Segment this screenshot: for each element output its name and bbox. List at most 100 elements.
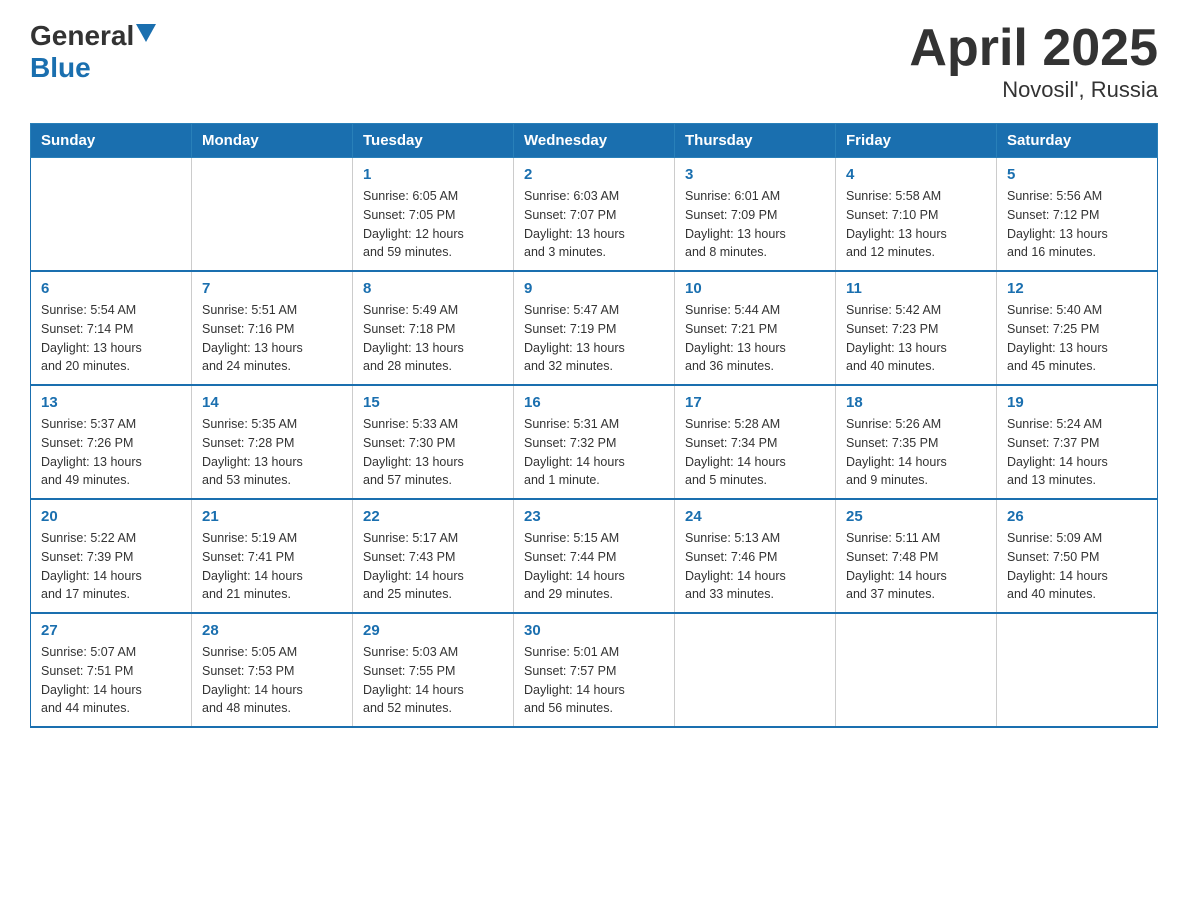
day-info: Sunrise: 5:11 AM Sunset: 7:48 PM Dayligh… <box>846 529 986 604</box>
day-of-week-header: Monday <box>192 124 353 158</box>
day-info: Sunrise: 5:51 AM Sunset: 7:16 PM Dayligh… <box>202 301 342 376</box>
day-info: Sunrise: 5:28 AM Sunset: 7:34 PM Dayligh… <box>685 415 825 490</box>
calendar-cell <box>31 158 192 272</box>
day-number: 21 <box>202 508 342 525</box>
day-number: 2 <box>524 166 664 183</box>
day-info: Sunrise: 5:24 AM Sunset: 7:37 PM Dayligh… <box>1007 415 1147 490</box>
calendar-cell: 13 Sunrise: 5:37 AM Sunset: 7:26 PM Dayli… <box>31 385 192 499</box>
calendar-cell: 4Sunrise: 5:58 AM Sunset: 7:10 PM Daylig… <box>836 158 997 272</box>
calendar-title: April 2025 <box>909 20 1158 77</box>
day-number: 16 <box>524 394 664 411</box>
calendar-cell: 21 Sunrise: 5:19 AM Sunset: 7:41 PM Dayli… <box>192 499 353 613</box>
day-info: Sunrise: 6:05 AM Sunset: 7:05 PM Dayligh… <box>363 187 503 262</box>
day-number: 19 <box>1007 394 1147 411</box>
day-number: 13 <box>41 394 181 411</box>
day-info: Sunrise: 5:33 AM Sunset: 7:30 PM Dayligh… <box>363 415 503 490</box>
day-info: Sunrise: 5:26 AM Sunset: 7:35 PM Dayligh… <box>846 415 986 490</box>
day-info: Sunrise: 6:03 AM Sunset: 7:07 PM Dayligh… <box>524 187 664 262</box>
day-number: 10 <box>685 280 825 297</box>
day-number: 17 <box>685 394 825 411</box>
calendar-subtitle: Novosil', Russia <box>909 77 1158 103</box>
day-number: 25 <box>846 508 986 525</box>
calendar-cell: 28Sunrise: 5:05 AM Sunset: 7:53 PM Dayli… <box>192 613 353 727</box>
day-info: Sunrise: 5:42 AM Sunset: 7:23 PM Dayligh… <box>846 301 986 376</box>
day-number: 18 <box>846 394 986 411</box>
day-of-week-header: Saturday <box>997 124 1158 158</box>
calendar-week-row: 27 Sunrise: 5:07 AM Sunset: 7:51 PM Dayli… <box>31 613 1158 727</box>
day-info: Sunrise: 5:54 AM Sunset: 7:14 PM Dayligh… <box>41 301 181 376</box>
day-info: Sunrise: 5:56 AM Sunset: 7:12 PM Dayligh… <box>1007 187 1147 262</box>
calendar-cell: 18 Sunrise: 5:26 AM Sunset: 7:35 PM Dayli… <box>836 385 997 499</box>
calendar-cell: 8Sunrise: 5:49 AM Sunset: 7:18 PM Daylig… <box>353 271 514 385</box>
calendar-week-row: 20 Sunrise: 5:22 AM Sunset: 7:39 PM Dayli… <box>31 499 1158 613</box>
day-number: 29 <box>363 622 503 639</box>
calendar-cell <box>192 158 353 272</box>
day-of-week-header: Friday <box>836 124 997 158</box>
logo-triangle-icon <box>136 24 156 42</box>
day-number: 26 <box>1007 508 1147 525</box>
day-info: Sunrise: 6:01 AM Sunset: 7:09 PM Dayligh… <box>685 187 825 262</box>
logo-blue-text: Blue <box>30 52 156 84</box>
day-info: Sunrise: 5:17 AM Sunset: 7:43 PM Dayligh… <box>363 529 503 604</box>
day-of-week-header: Tuesday <box>353 124 514 158</box>
day-info: Sunrise: 5:58 AM Sunset: 7:10 PM Dayligh… <box>846 187 986 262</box>
calendar-cell: 3 Sunrise: 6:01 AM Sunset: 7:09 PM Daylig… <box>675 158 836 272</box>
calendar-cell: 17 Sunrise: 5:28 AM Sunset: 7:34 PM Dayli… <box>675 385 836 499</box>
day-number: 7 <box>202 280 342 297</box>
title-block: April 2025 Novosil', Russia <box>909 20 1158 103</box>
day-number: 30 <box>524 622 664 639</box>
calendar-cell: 16 Sunrise: 5:31 AM Sunset: 7:32 PM Dayli… <box>514 385 675 499</box>
calendar-week-row: 1Sunrise: 6:05 AM Sunset: 7:05 PM Daylig… <box>31 158 1158 272</box>
calendar-cell: 7 Sunrise: 5:51 AM Sunset: 7:16 PM Daylig… <box>192 271 353 385</box>
calendar-table: SundayMondayTuesdayWednesdayThursdayFrid… <box>30 123 1158 728</box>
day-number: 8 <box>363 280 503 297</box>
calendar-cell <box>997 613 1158 727</box>
calendar-cell: 12 Sunrise: 5:40 AM Sunset: 7:25 PM Dayli… <box>997 271 1158 385</box>
day-number: 6 <box>41 280 181 297</box>
day-of-week-header: Wednesday <box>514 124 675 158</box>
calendar-cell: 27 Sunrise: 5:07 AM Sunset: 7:51 PM Dayli… <box>31 613 192 727</box>
day-info: Sunrise: 5:19 AM Sunset: 7:41 PM Dayligh… <box>202 529 342 604</box>
day-number: 22 <box>363 508 503 525</box>
calendar-cell: 15 Sunrise: 5:33 AM Sunset: 7:30 PM Dayli… <box>353 385 514 499</box>
calendar-week-row: 13 Sunrise: 5:37 AM Sunset: 7:26 PM Dayli… <box>31 385 1158 499</box>
day-number: 11 <box>846 280 986 297</box>
calendar-cell: 1Sunrise: 6:05 AM Sunset: 7:05 PM Daylig… <box>353 158 514 272</box>
day-number: 12 <box>1007 280 1147 297</box>
day-info: Sunrise: 5:40 AM Sunset: 7:25 PM Dayligh… <box>1007 301 1147 376</box>
day-info: Sunrise: 5:22 AM Sunset: 7:39 PM Dayligh… <box>41 529 181 604</box>
calendar-cell: 20 Sunrise: 5:22 AM Sunset: 7:39 PM Dayli… <box>31 499 192 613</box>
calendar-cell <box>675 613 836 727</box>
calendar-cell: 19 Sunrise: 5:24 AM Sunset: 7:37 PM Dayli… <box>997 385 1158 499</box>
day-number: 24 <box>685 508 825 525</box>
day-info: Sunrise: 5:37 AM Sunset: 7:26 PM Dayligh… <box>41 415 181 490</box>
day-number: 15 <box>363 394 503 411</box>
calendar-cell <box>836 613 997 727</box>
day-number: 23 <box>524 508 664 525</box>
calendar-cell: 10 Sunrise: 5:44 AM Sunset: 7:21 PM Dayli… <box>675 271 836 385</box>
day-info: Sunrise: 5:07 AM Sunset: 7:51 PM Dayligh… <box>41 643 181 718</box>
day-number: 14 <box>202 394 342 411</box>
calendar-cell: 25 Sunrise: 5:11 AM Sunset: 7:48 PM Dayli… <box>836 499 997 613</box>
day-of-week-header: Thursday <box>675 124 836 158</box>
day-of-week-header: Sunday <box>31 124 192 158</box>
calendar-cell: 6 Sunrise: 5:54 AM Sunset: 7:14 PM Daylig… <box>31 271 192 385</box>
day-number: 20 <box>41 508 181 525</box>
day-info: Sunrise: 5:31 AM Sunset: 7:32 PM Dayligh… <box>524 415 664 490</box>
calendar-cell: 23 Sunrise: 5:15 AM Sunset: 7:44 PM Dayli… <box>514 499 675 613</box>
day-number: 3 <box>685 166 825 183</box>
day-number: 28 <box>202 622 342 639</box>
calendar-cell: 30Sunrise: 5:01 AM Sunset: 7:57 PM Dayli… <box>514 613 675 727</box>
day-info: Sunrise: 5:09 AM Sunset: 7:50 PM Dayligh… <box>1007 529 1147 604</box>
calendar-header-row: SundayMondayTuesdayWednesdayThursdayFrid… <box>31 124 1158 158</box>
day-info: Sunrise: 5:44 AM Sunset: 7:21 PM Dayligh… <box>685 301 825 376</box>
calendar-cell: 22 Sunrise: 5:17 AM Sunset: 7:43 PM Dayli… <box>353 499 514 613</box>
day-number: 5 <box>1007 166 1147 183</box>
calendar-cell: 14Sunrise: 5:35 AM Sunset: 7:28 PM Dayli… <box>192 385 353 499</box>
day-info: Sunrise: 5:15 AM Sunset: 7:44 PM Dayligh… <box>524 529 664 604</box>
calendar-cell: 24Sunrise: 5:13 AM Sunset: 7:46 PM Dayli… <box>675 499 836 613</box>
calendar-cell: 11 Sunrise: 5:42 AM Sunset: 7:23 PM Dayli… <box>836 271 997 385</box>
day-number: 27 <box>41 622 181 639</box>
calendar-cell: 2 Sunrise: 6:03 AM Sunset: 7:07 PM Daylig… <box>514 158 675 272</box>
calendar-cell: 26 Sunrise: 5:09 AM Sunset: 7:50 PM Dayli… <box>997 499 1158 613</box>
